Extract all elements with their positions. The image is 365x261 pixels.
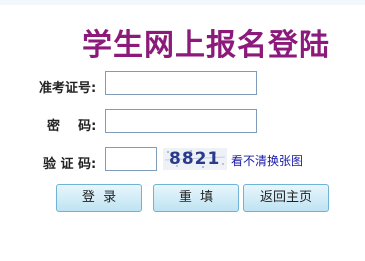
captcha-label: 验 证 码: (43, 157, 97, 172)
reset-button[interactable]: 重 填 (153, 184, 239, 212)
page-title: 学生网上报名登陆 (82, 28, 330, 63)
captcha-image[interactable]: 8821 (163, 148, 227, 170)
refresh-captcha-link[interactable]: 看不清换张图 (231, 152, 303, 169)
captcha-text: 8821 (169, 149, 221, 169)
password-label: 密 码: (47, 119, 97, 134)
exam-no-input[interactable] (105, 71, 257, 95)
password-input[interactable] (105, 109, 257, 133)
exam-no-label: 准考证号: (39, 81, 97, 96)
home-button[interactable]: 返回主页 (243, 184, 329, 212)
captcha-input[interactable] (105, 147, 157, 171)
top-strip (0, 0, 365, 5)
login-button[interactable]: 登 录 (56, 184, 142, 212)
